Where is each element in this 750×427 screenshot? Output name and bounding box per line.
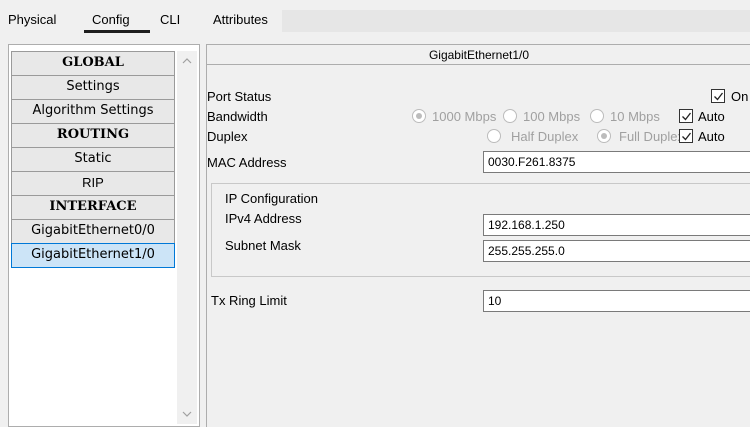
sidebar-item-static[interactable]: Static <box>11 147 175 172</box>
sidebar-header-global: GLOBAL <box>11 51 175 76</box>
duplex-auto-label: Auto <box>698 129 725 144</box>
panel-title: GigabitEthernet1/0 <box>207 45 750 65</box>
subnet-mask-label: Subnet Mask <box>225 238 301 253</box>
bandwidth-auto-label: Auto <box>698 109 725 124</box>
sidebar-header-routing: ROUTING <box>11 123 175 148</box>
port-status-on-label: On <box>731 89 749 104</box>
mac-address-label: MAC Address <box>207 155 287 170</box>
bandwidth-10-radio[interactable] <box>590 109 604 123</box>
duplex-label: Duplex <box>207 129 248 144</box>
bandwidth-1000-radio[interactable] <box>412 109 426 123</box>
sidebar-item-rip[interactable]: RIP <box>11 171 175 196</box>
bandwidth-100-radio[interactable] <box>503 109 517 123</box>
duplex-full-label: Full Duplex <box>619 129 685 144</box>
tab-attributes[interactable]: Attributes <box>213 12 268 27</box>
ipv4-address-field[interactable]: 192.168.1.250 <box>483 214 750 236</box>
tab-bar-strip <box>282 10 750 32</box>
active-tab-indicator <box>84 30 150 33</box>
bandwidth-auto-checkbox[interactable] <box>679 109 693 123</box>
sidebar-panel: GLOBAL Settings Algorithm Settings ROUTI… <box>8 44 200 427</box>
duplex-half-radio[interactable] <box>487 129 501 143</box>
ipv4-address-label: IPv4 Address <box>225 211 302 226</box>
sidebar-scrollbar[interactable] <box>177 51 197 424</box>
duplex-full-radio[interactable] <box>597 129 611 143</box>
port-status-label: Port Status <box>207 89 272 104</box>
tab-cli[interactable]: CLI <box>160 12 180 27</box>
mac-address-field[interactable]: 0030.F261.8375 <box>483 151 750 173</box>
duplex-auto-checkbox[interactable] <box>679 129 693 143</box>
sidebar-item-gigabitethernet1-0[interactable]: GigabitEthernet1/0 <box>11 243 175 268</box>
bandwidth-1000-label: 1000 Mbps <box>432 109 497 124</box>
ip-configuration-title: IP Configuration <box>225 191 318 206</box>
sidebar-list: GLOBAL Settings Algorithm Settings ROUTI… <box>11 51 175 268</box>
bandwidth-100-label: 100 Mbps <box>523 109 581 124</box>
interface-config-panel: GigabitEthernet1/0 Port Status On Bandwi… <box>206 44 750 427</box>
scroll-down-icon[interactable] <box>177 406 197 422</box>
sidebar-item-algorithm-settings[interactable]: Algorithm Settings <box>11 99 175 124</box>
tx-ring-limit-label: Tx Ring Limit <box>211 293 287 308</box>
tab-physical[interactable]: Physical <box>8 12 56 27</box>
sidebar-item-gigabitethernet0-0[interactable]: GigabitEthernet0/0 <box>11 219 175 244</box>
sidebar-header-interface: INTERFACE <box>11 195 175 220</box>
subnet-mask-field[interactable]: 255.255.255.0 <box>483 240 750 262</box>
port-status-checkbox[interactable] <box>711 89 725 103</box>
bandwidth-10-label: 10 Mbps <box>610 109 660 124</box>
scroll-up-icon[interactable] <box>177 53 197 69</box>
bandwidth-label: Bandwidth <box>207 109 268 124</box>
tab-config[interactable]: Config <box>92 12 130 27</box>
tx-ring-limit-field[interactable]: 10 <box>483 290 750 312</box>
sidebar-item-settings[interactable]: Settings <box>11 75 175 100</box>
duplex-half-label: Half Duplex <box>511 129 579 144</box>
